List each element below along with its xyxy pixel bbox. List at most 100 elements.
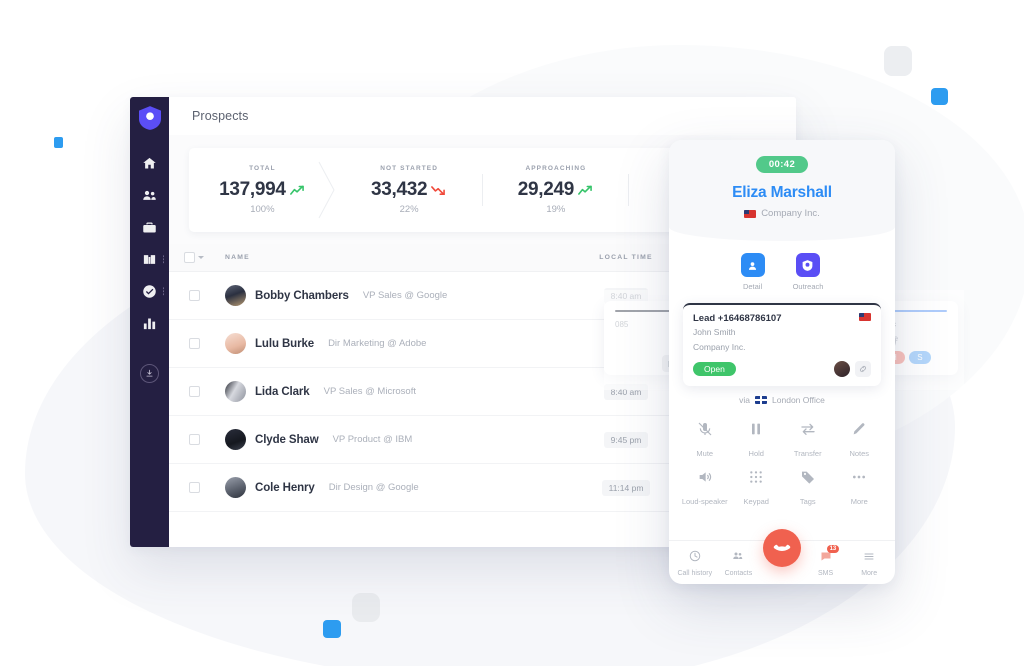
via-line: via London Office <box>669 395 895 405</box>
lead-title: Lead +16468786107 <box>693 313 782 324</box>
select-all-checkbox[interactable] <box>184 252 195 263</box>
hangup-phone-icon <box>773 544 791 551</box>
control-mute[interactable]: Mute <box>679 421 731 458</box>
prospect-role: Dir Marketing @ Adobe <box>328 338 427 349</box>
dialer-tabbar: Call history Contacts 13 SMS More <box>669 529 895 584</box>
row-checkbox[interactable] <box>188 434 200 445</box>
prospect-name: Lida Clark <box>255 385 310 398</box>
chevron-down-icon[interactable] <box>198 256 204 259</box>
dialer-panel: 00:42 Eliza Marshall Company Inc. Detail… <box>669 140 895 584</box>
sidebar-item-home[interactable] <box>130 147 169 179</box>
quick-action-detail[interactable]: Detail <box>740 253 765 291</box>
decorative-square-gray-bottom <box>352 593 380 622</box>
ghost-card-accent-bar <box>615 310 675 312</box>
sidebar-item-briefcase[interactable] <box>130 211 169 243</box>
us-flag-icon <box>744 209 757 218</box>
sidebar-overflow-dots <box>162 255 164 263</box>
keypad-grid-icon <box>750 470 763 483</box>
control-tags[interactable]: Tags <box>782 469 834 506</box>
local-time: 8:40 am <box>603 383 649 400</box>
pencil-icon <box>853 423 865 435</box>
prospect-role: VP Sales @ Google <box>362 290 448 301</box>
sidebar <box>130 97 169 547</box>
control-label: Mute <box>696 449 714 459</box>
lead-avatar <box>834 361 850 378</box>
tab-call-history[interactable]: Call history <box>673 549 717 577</box>
control-hold[interactable]: Hold <box>731 421 783 458</box>
prospect-name: Clyde Shaw <box>255 433 319 446</box>
call-timer: 00:42 <box>755 156 809 173</box>
avatar <box>225 381 246 402</box>
sidebar-item-tasks[interactable] <box>130 275 169 307</box>
local-time: 9:45 pm <box>603 431 649 448</box>
sidebar-item-analytics[interactable] <box>130 307 169 339</box>
control-keypad[interactable]: Keypad <box>731 469 783 506</box>
avatar <box>225 333 246 354</box>
select-all-cell[interactable] <box>169 252 219 263</box>
link-icon[interactable] <box>855 361 871 378</box>
control-loudspeaker[interactable]: Loud-speaker <box>679 469 731 506</box>
screenshot-canvas: Prospects TOTAL 137,994 100% NOT STARTED… <box>0 0 1024 666</box>
row-checkbox[interactable] <box>188 338 200 349</box>
page-title: Prospects <box>192 109 249 123</box>
quick-action-label: Detail <box>742 282 763 291</box>
lead-status-badge: Open <box>693 362 736 377</box>
sidebar-item-people[interactable] <box>130 179 169 211</box>
row-checkbox[interactable] <box>188 386 200 397</box>
lead-contact: John Smith <box>693 327 736 337</box>
briefcase-icon <box>143 222 156 232</box>
stat-label: TOTAL <box>249 165 276 172</box>
row-checkbox[interactable] <box>188 290 200 301</box>
tab-label: SMS <box>817 569 834 577</box>
shield-logo-icon[interactable] <box>137 105 163 131</box>
prospect-name: Bobby Chambers <box>255 289 349 302</box>
via-office: London Office <box>772 395 825 406</box>
control-more[interactable]: More <box>834 469 886 506</box>
tag-icon <box>801 471 814 484</box>
clock-icon <box>689 550 701 561</box>
sidebar-item-download[interactable] <box>130 357 169 389</box>
mic-off-icon <box>698 422 712 436</box>
control-transfer[interactable]: Transfer <box>782 421 834 458</box>
row-checkbox[interactable] <box>188 482 200 493</box>
tab-label: Call history <box>677 569 713 577</box>
transfer-arrows-icon <box>801 424 815 436</box>
topbar: Prospects <box>169 97 796 135</box>
bar-chart-icon <box>143 318 156 329</box>
tab-more[interactable]: More <box>847 549 891 577</box>
sidebar-item-book[interactable] <box>130 243 169 275</box>
shield-heart-icon <box>795 253 820 277</box>
tab-label: More <box>861 569 878 577</box>
caller-company: Company Inc. <box>761 208 820 219</box>
prospect-name: Lulu Burke <box>255 337 315 350</box>
sms-unread-badge: 13 <box>826 544 840 553</box>
control-label: Notes <box>849 449 870 459</box>
people-icon <box>143 190 156 200</box>
decorative-square-blue-bottom <box>323 620 341 638</box>
menu-lines-icon <box>864 553 874 559</box>
contact-card-icon <box>740 253 765 277</box>
us-flag-icon <box>859 313 871 321</box>
prospect-role: VP Product @ IBM <box>332 434 413 445</box>
stat-label: NOT STARTED <box>380 165 439 172</box>
check-bubble-icon <box>143 284 156 298</box>
lead-card[interactable]: Lead +16468786107 John Smith Company Inc… <box>683 303 881 387</box>
dialer-header: 00:42 Eliza Marshall Company Inc. <box>669 140 895 241</box>
tab-sms[interactable]: 13 SMS <box>804 544 848 577</box>
control-label: More <box>850 496 868 506</box>
stat-value: 137,994 <box>219 179 286 200</box>
pause-icon <box>752 424 761 435</box>
ellipsis-icon <box>853 475 866 479</box>
quick-action-outreach[interactable]: Outreach <box>793 253 823 291</box>
speaker-icon <box>699 472 711 482</box>
control-notes[interactable]: Notes <box>834 421 886 458</box>
call-controls: Mute Hold Transfer Notes Loud-speaker Ke… <box>669 405 895 514</box>
control-label: Tags <box>799 496 816 506</box>
hangup-button[interactable] <box>763 529 801 567</box>
stat-label: APPROACHING <box>525 165 587 172</box>
caller-name: Eliza Marshall <box>732 184 832 201</box>
stat-percent: 100% <box>250 204 275 215</box>
avatar <box>225 429 246 450</box>
tab-contacts[interactable]: Contacts <box>717 549 761 577</box>
ghost-card-pill-blue: S <box>909 351 931 364</box>
